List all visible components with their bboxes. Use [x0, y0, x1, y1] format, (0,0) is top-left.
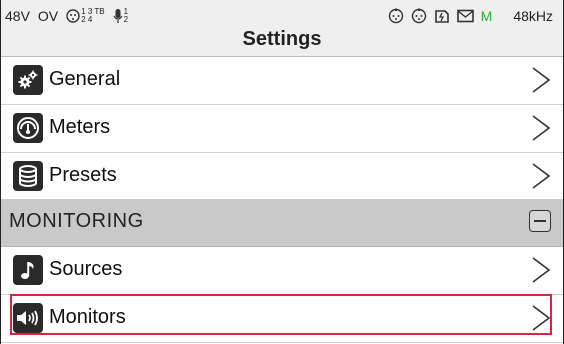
mail-icon — [456, 9, 474, 23]
mic-bottom: 2 — [123, 15, 129, 24]
menu-item-general[interactable]: General — [1, 57, 563, 105]
speaker-icon — [13, 303, 43, 333]
chevron-right-icon — [532, 257, 551, 283]
menu-item-label: Meters — [49, 116, 111, 138]
music-note-icon — [13, 255, 43, 285]
sample-rate: 48kHz — [513, 8, 553, 24]
meter-mode-indicator: M — [480, 8, 493, 24]
section-title: MONITORING — [9, 210, 144, 232]
phantom-power-indicator: 48V — [5, 8, 30, 24]
menu-item-label: Monitors — [49, 306, 126, 328]
menu-item-label: Sources — [49, 258, 123, 280]
mic-indicator: 1 2 — [113, 8, 128, 24]
chevron-right-icon — [532, 305, 551, 331]
smiley-icon — [66, 9, 80, 23]
overvoltage-indicator: OV — [37, 8, 59, 24]
sd-card-icon — [434, 10, 449, 23]
collapse-button[interactable] — [529, 210, 551, 232]
menu-item-sources[interactable]: Sources — [1, 247, 563, 295]
page-title: Settings — [242, 28, 322, 50]
menu-item-meters[interactable]: Meters — [1, 105, 563, 153]
chevron-right-icon — [532, 163, 551, 189]
database-icon — [13, 161, 43, 191]
input-group-bottom: 2 4 — [81, 15, 93, 24]
menu-item-label: Presets — [49, 164, 117, 186]
input-group-indicator: 1 3 TB 2 4 — [66, 8, 105, 24]
xlr-connector-icon — [411, 8, 426, 24]
settings-screen: 48V OV 1 3 TB 2 4 1 2 M 48kHz Settings G… — [0, 0, 564, 344]
menu-item-label: General — [49, 68, 121, 90]
gauge-icon — [13, 113, 43, 143]
microphone-icon — [113, 9, 123, 23]
minus-icon — [534, 220, 546, 222]
status-bar: 48V OV 1 3 TB 2 4 1 2 M 48kHz Settings — [1, 0, 563, 57]
chevron-right-icon — [532, 115, 551, 141]
gears-icon — [13, 65, 43, 95]
menu-item-presets[interactable]: Presets — [1, 153, 563, 201]
chevron-right-icon — [532, 67, 551, 93]
status-right: M 48kHz — [388, 8, 553, 24]
status-left: 48V OV 1 3 TB 2 4 1 2 — [5, 8, 128, 25]
menu-item-monitors[interactable]: Monitors — [1, 295, 563, 343]
section-header-monitoring[interactable]: MONITORING — [1, 199, 563, 247]
xlr-connector-icon — [388, 8, 403, 24]
